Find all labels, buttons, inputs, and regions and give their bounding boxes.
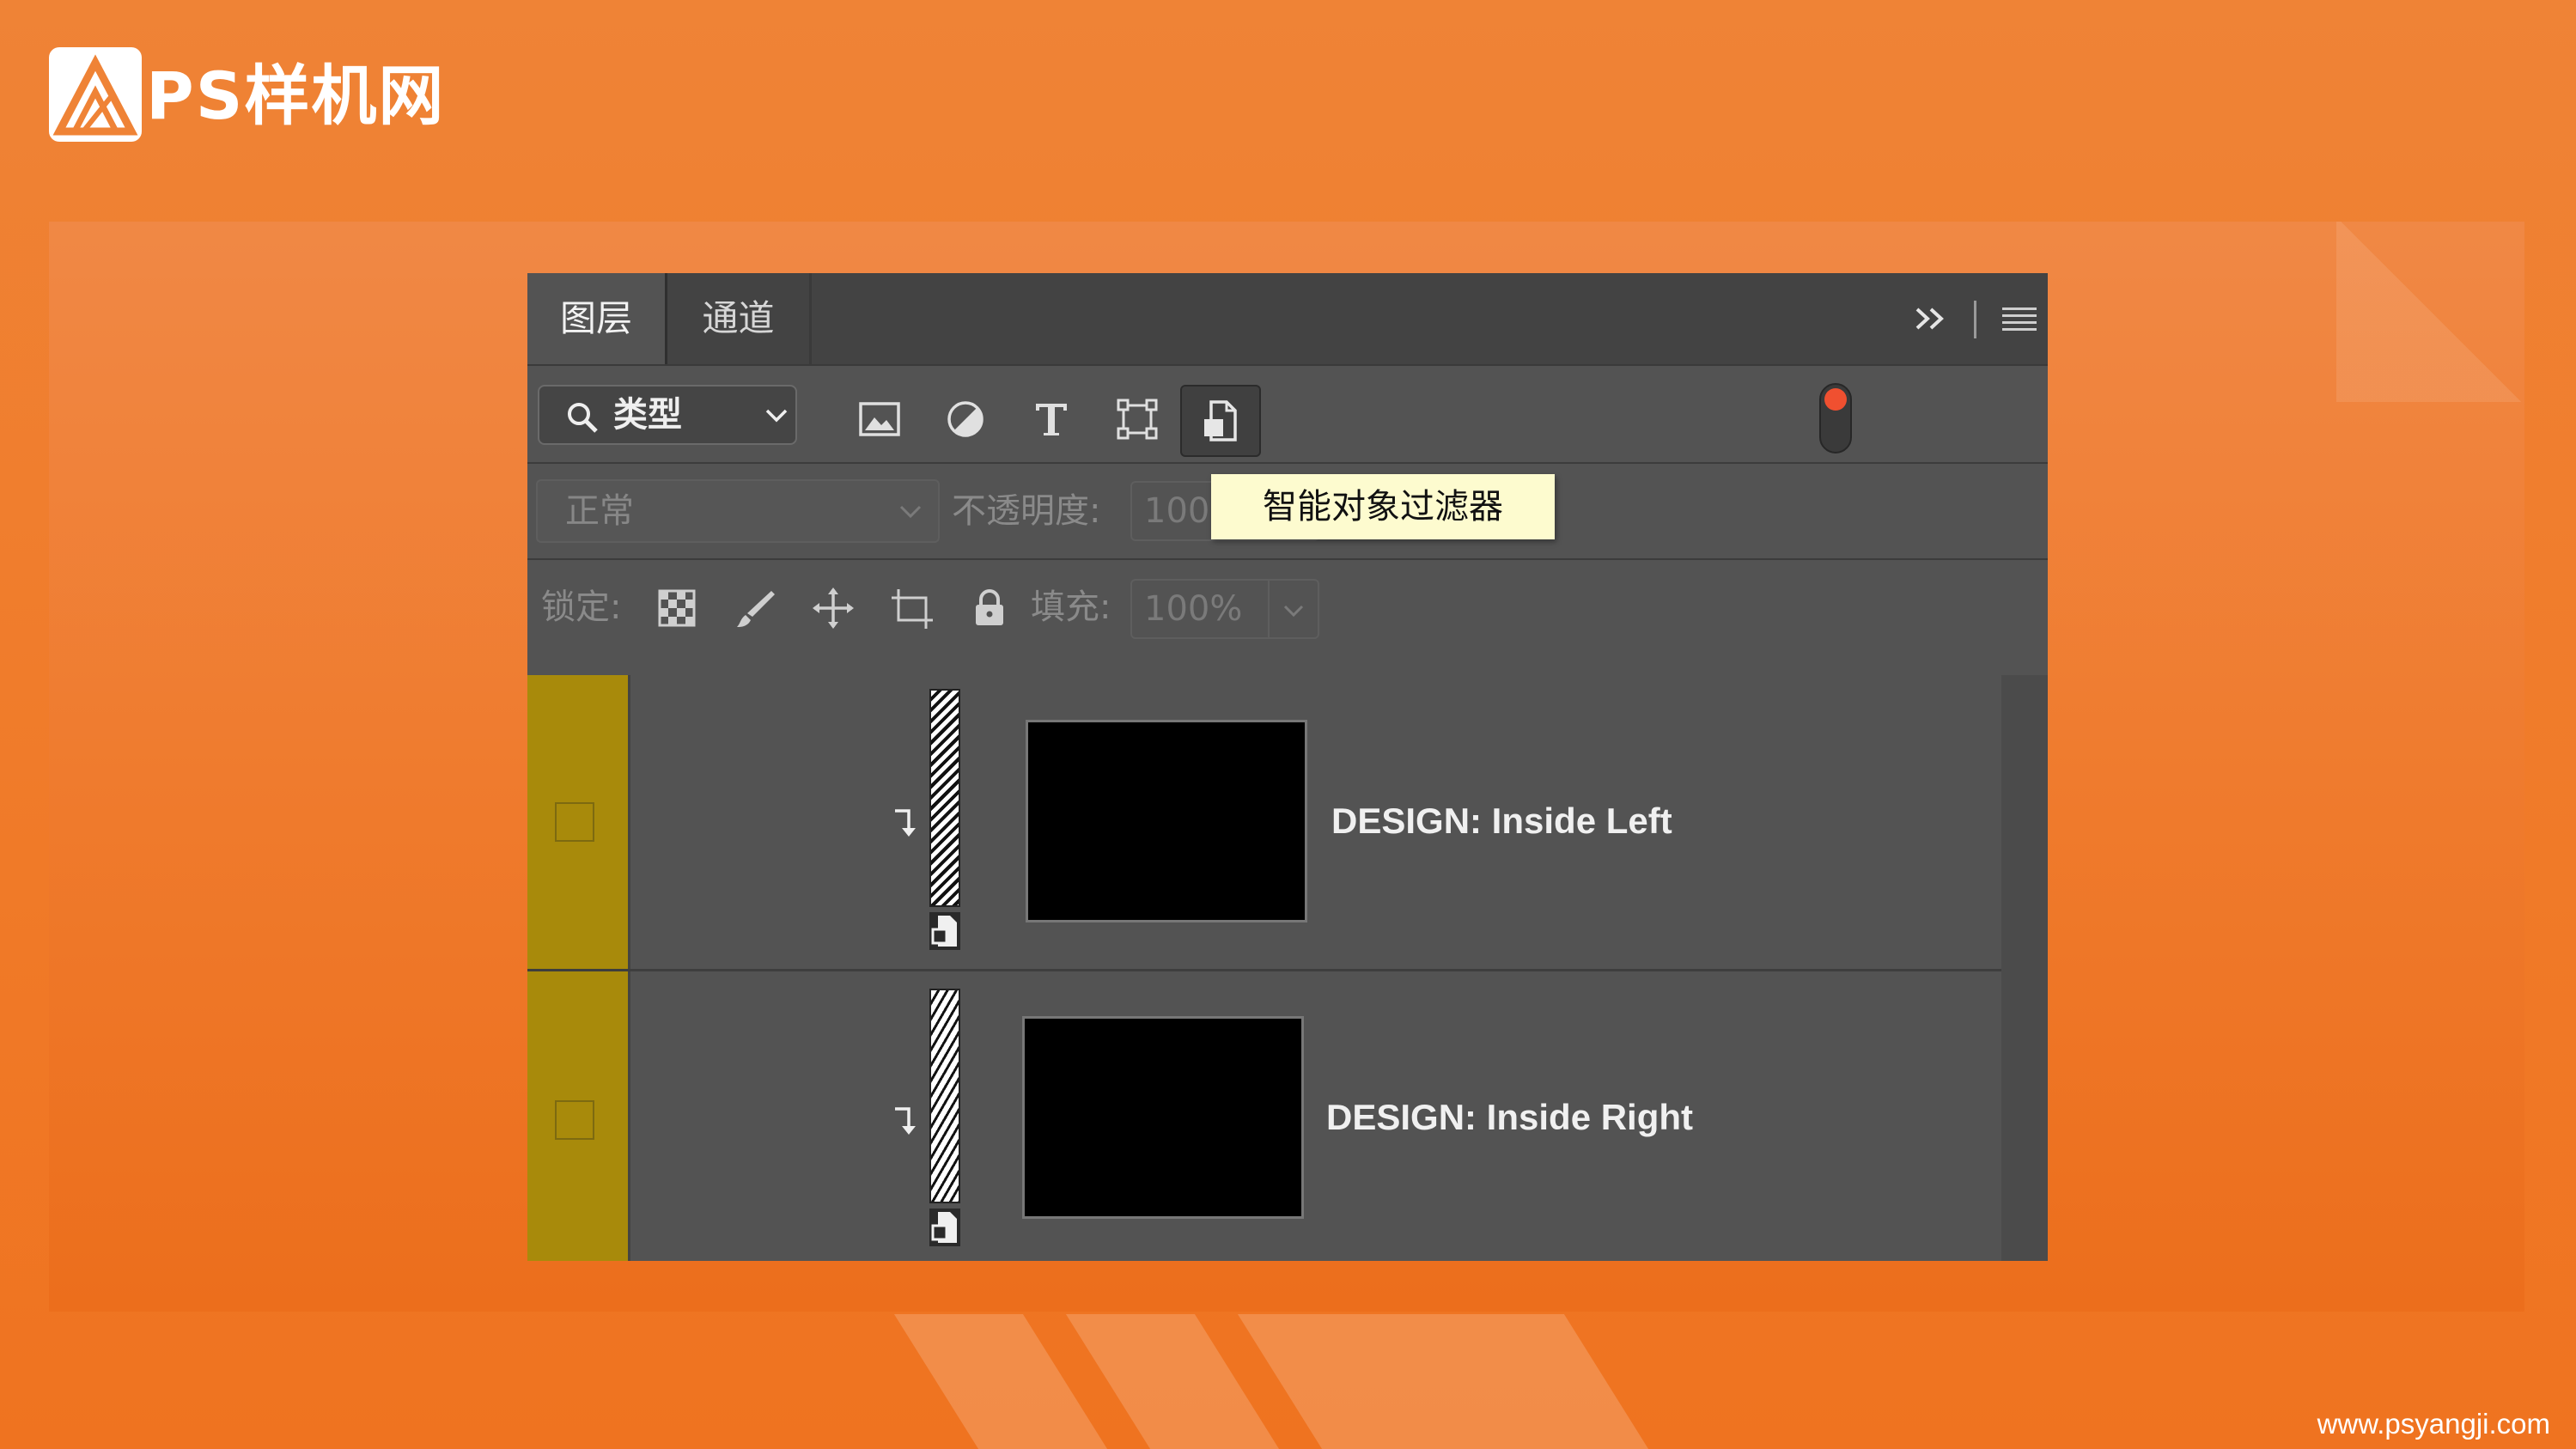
fill-label: 填充: [1031,588,1111,627]
smart-object-filter-icon [1204,400,1237,441]
lock-row: 锁定: 填充: 100% [527,560,2048,656]
fill-input[interactable]: 100% [1130,579,1319,639]
panel-tab-bar: 图层 通道 [527,273,2048,366]
layer-visibility-toggle[interactable] [555,1100,594,1140]
layer-color-tag [527,675,630,970]
lock-paint-icon[interactable] [734,586,778,630]
smart-object-badge-icon [929,912,960,950]
blend-mode-value: 正常 [565,491,634,531]
layer-color-tag [527,971,630,1261]
clipping-mask-icon [895,809,916,837]
tab-bar-divider [1974,301,1976,338]
footer-url: www.psyangji.com [2317,1408,2550,1440]
site-logo [49,47,142,142]
filter-type-select[interactable]: 类型 [538,385,797,445]
chevron-down-icon[interactable] [1282,601,1306,620]
decorative-stripe [893,1314,1108,1449]
search-icon [568,403,598,433]
tab-layers[interactable]: 图层 [527,273,667,364]
layer-row[interactable]: DESIGN: Inside Left [527,675,2001,970]
layer-row[interactable]: DESIGN: Inside Right [527,969,2001,1261]
chevron-down-icon [899,505,922,519]
blend-mode-select[interactable]: 正常 [536,479,940,543]
layer-list: DESIGN: Inside Left DESIGN: Inside Right [527,675,2001,1261]
fill-value: 100% [1144,589,1243,629]
backdrop-corner-decoration [2336,222,2525,402]
type-filter-icon[interactable] [1029,397,1074,441]
smart-object-filter-tooltip: 智能对象过滤器 [1211,474,1555,539]
layer-thumbnail[interactable] [1026,720,1307,922]
layer-mask-thumbnail[interactable] [929,989,960,1203]
clipping-mask-icon [895,1107,916,1135]
adjustment-filter-icon[interactable] [943,397,988,441]
smart-object-badge-icon [929,1209,960,1246]
layer-visibility-toggle[interactable] [555,802,594,842]
panel-menu-icon[interactable] [2001,304,2038,333]
lock-transparent-icon[interactable] [655,586,699,630]
filter-toggle-switch[interactable] [1819,383,1852,454]
chevron-down-icon [765,409,788,423]
opacity-value: 100 [1144,491,1210,531]
smart-object-filter-button[interactable] [1180,385,1261,457]
tab-channels[interactable]: 通道 [667,273,812,364]
lock-all-icon[interactable] [967,586,1012,630]
filter-type-label: 类型 [613,395,682,435]
filter-toggle-indicator [1824,388,1847,411]
lock-artboard-icon[interactable] [890,586,935,630]
layer-mask-thumbnail[interactable] [929,689,960,907]
lock-position-icon[interactable] [811,586,856,630]
decorative-stripe [1065,1314,1280,1449]
image-filter-icon[interactable] [857,397,902,441]
filter-row: 类型 [527,366,2048,464]
layers-panel: 图层 通道 类型 正常 不透明度: 100 锁定: 填充: 100% DESIG… [527,273,2048,1261]
shape-filter-icon[interactable] [1115,397,1160,441]
site-logo-text: PS样机网 [146,58,446,134]
fill-field-separator [1268,581,1270,637]
layer-list-scrollbar[interactable] [2001,675,2048,1261]
layer-name[interactable]: DESIGN: Inside Right [1326,1092,1693,1143]
lock-label: 锁定: [541,588,622,627]
decorative-stripe [1237,1314,1649,1449]
opacity-label: 不透明度: [952,491,1101,531]
layer-name[interactable]: DESIGN: Inside Left [1331,795,1672,847]
layer-thumbnail[interactable] [1022,1016,1304,1219]
collapse-panel-icon[interactable] [1910,299,1950,338]
